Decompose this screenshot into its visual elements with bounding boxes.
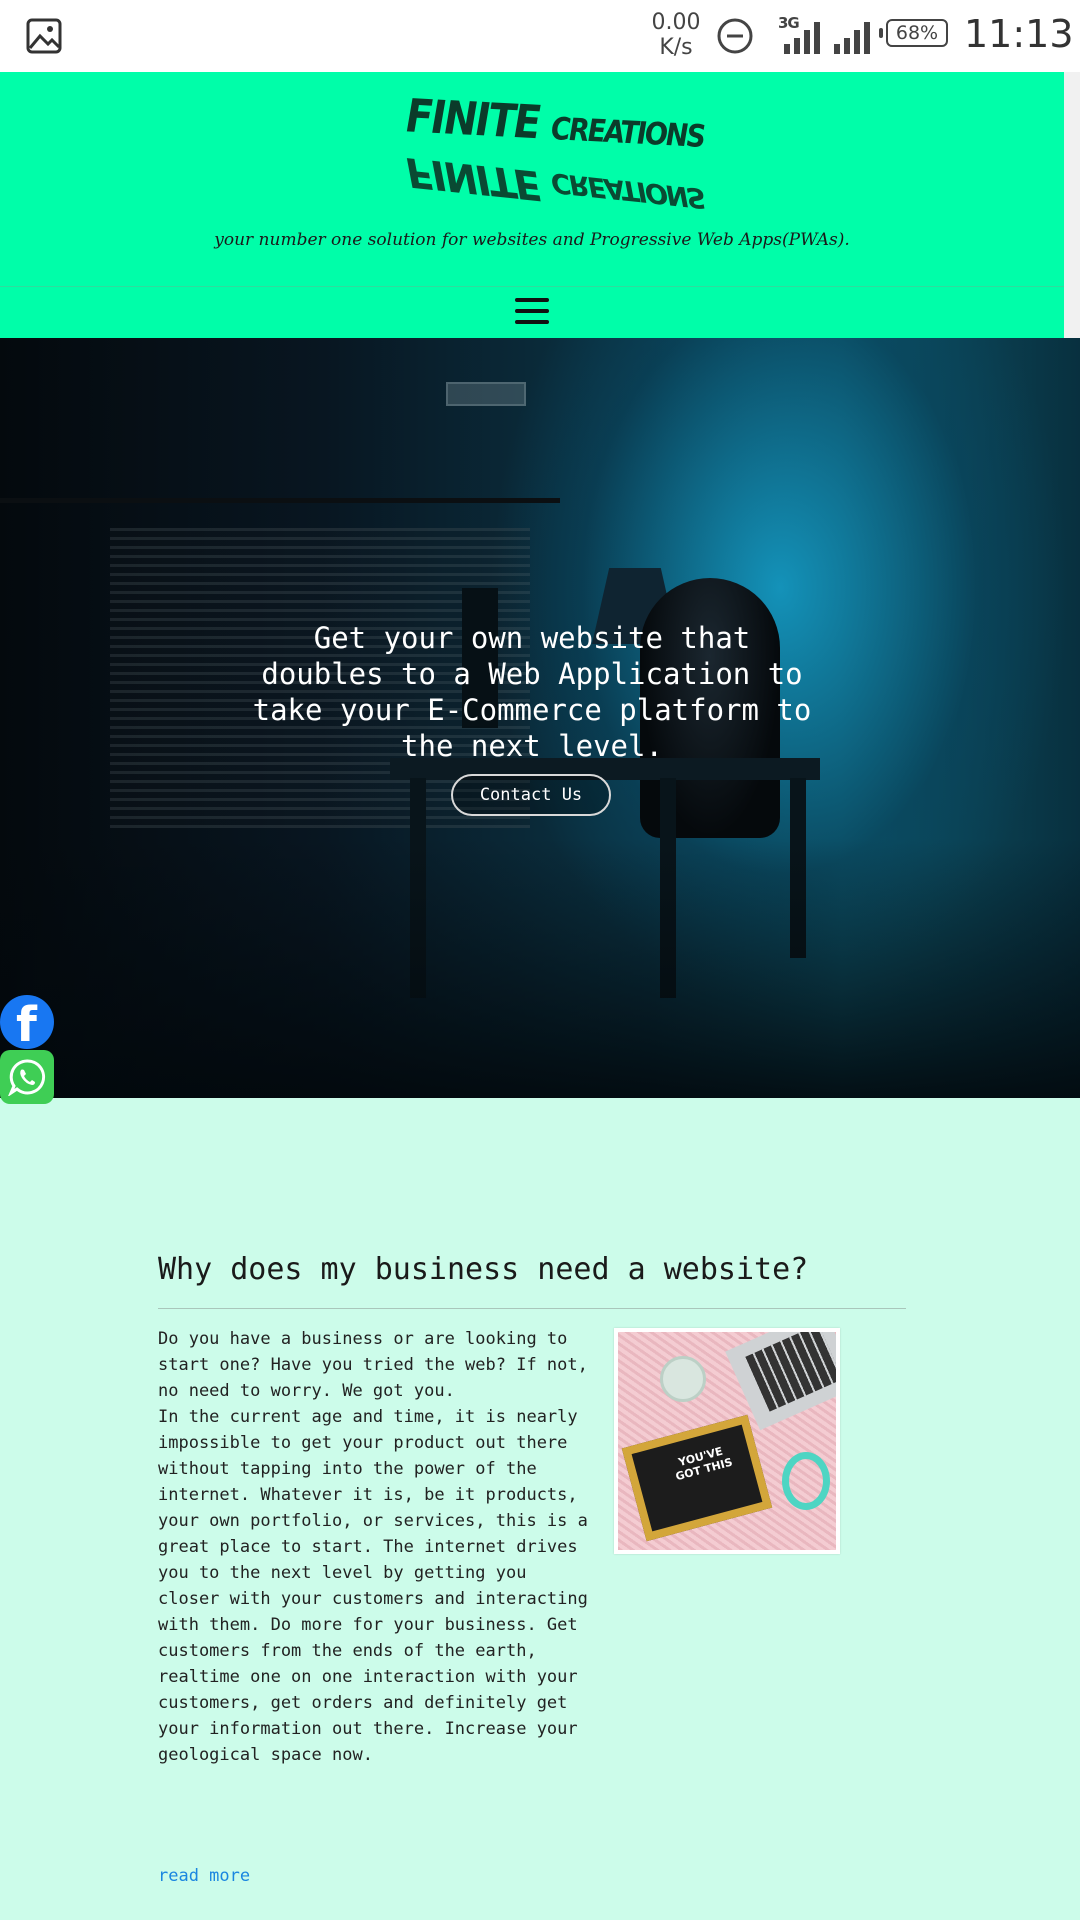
logo-word-1: FINITE	[406, 90, 540, 150]
section-title: Why does my business need a website?	[158, 1252, 809, 1287]
divider	[158, 1308, 906, 1309]
scrollbar[interactable]	[1064, 72, 1080, 338]
dnd-icon	[717, 18, 753, 54]
photo-board-text: YOU'VE GOT THIS	[674, 1444, 734, 1484]
hamburger-menu-icon[interactable]	[515, 298, 549, 324]
logo-text: FINITE CREATIONS	[406, 90, 704, 159]
logo-reflection-word-2: CREATIONS	[551, 166, 704, 214]
read-more-link[interactable]: read more	[158, 1866, 250, 1886]
logo-reflection: FINITE CREATIONS	[406, 148, 704, 225]
network-speed-unit: K/s	[659, 35, 693, 60]
article-image: YOU'VE GOT THIS	[614, 1328, 840, 1554]
article-image-content: YOU'VE GOT THIS	[618, 1332, 836, 1550]
header-divider	[0, 286, 1064, 287]
logo-word-2: CREATIONS	[551, 111, 704, 156]
tagline: your number one solution for websites an…	[214, 230, 850, 250]
clock: 11:13	[964, 12, 1074, 56]
hero-banner: Get your own website that doubles to a W…	[0, 338, 1080, 1098]
network-speed-value: 0.00	[651, 10, 701, 35]
photo-cup	[660, 1356, 706, 1402]
hero-image-floor-shade	[0, 838, 1080, 1098]
signal-icon	[784, 22, 820, 54]
status-bar: 0.00 K/s 3G 68% 11:13	[0, 0, 1080, 72]
whatsapp-icon[interactable]	[0, 1050, 54, 1104]
battery-icon: 68%	[879, 19, 948, 47]
photo-chalkboard: YOU'VE GOT THIS	[621, 1414, 773, 1542]
logo[interactable]: FINITE CREATIONS FINITE CREATIONS	[402, 90, 704, 213]
site-header: FINITE CREATIONS FINITE CREATIONS your n…	[0, 72, 1064, 338]
hero-headline: Get your own website that doubles to a W…	[252, 621, 812, 763]
contact-us-button[interactable]: Contact Us	[451, 774, 611, 816]
facebook-icon[interactable]: f	[0, 995, 54, 1053]
signal-icon	[834, 22, 870, 54]
photo-headphones	[782, 1452, 830, 1510]
network-speed: 0.00 K/s	[646, 10, 706, 60]
article-body: Do you have a business or are looking to…	[158, 1329, 588, 1765]
hero-image-vent	[446, 382, 526, 406]
gallery-icon	[26, 18, 62, 54]
logo-reflection-word-1: FINITE	[406, 148, 540, 208]
hero-image-curtain-rod	[0, 498, 560, 503]
